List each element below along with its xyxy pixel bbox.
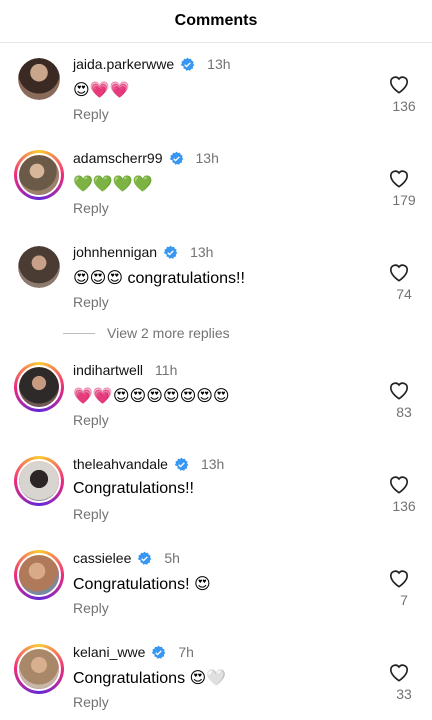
heart-icon[interactable] [388,662,410,682]
like-count: 33 [396,686,412,702]
avatar[interactable] [18,58,60,100]
avatar[interactable] [14,644,64,694]
avatar[interactable] [14,362,64,412]
comment-item: indihartwell 11h 💗💗😍😍😍😍😍😍😍 Reply 83 [0,362,432,442]
reply-button[interactable]: Reply [73,294,109,310]
reply-button[interactable]: Reply [73,106,109,122]
heart-icon[interactable] [388,568,410,588]
verified-badge-icon [152,645,166,659]
reply-button[interactable]: Reply [73,200,109,216]
username[interactable]: johnhennigan [73,244,157,260]
like-count: 136 [392,498,416,514]
reply-button[interactable]: Reply [73,412,109,428]
like-count: 83 [396,404,412,420]
verified-badge-icon [163,245,178,259]
heart-icon[interactable] [388,380,410,400]
comment-text: 😍💗💗 [73,82,130,99]
verified-badge-icon [174,457,189,471]
timestamp: 11h [155,362,178,378]
comment-text: Congratulations!! [73,480,194,497]
avatar[interactable] [14,550,64,600]
avatar[interactable] [18,246,60,288]
comment-text: 💚💚💚💚 [73,176,153,193]
comment-item: theleahvandale 13h Congratulations!! Rep… [0,456,432,536]
like-count: 136 [392,98,416,114]
comments-header: Comments [0,0,432,43]
divider [63,332,95,334]
reply-button[interactable]: Reply [73,506,109,522]
heart-icon[interactable] [388,74,410,94]
username[interactable]: indihartwell [73,362,143,378]
username[interactable]: theleahvandale [73,456,168,472]
avatar[interactable] [14,150,64,200]
avatar[interactable] [14,456,64,506]
timestamp: 13h [195,150,219,166]
comment-text: 😍😍😍 congratulations!! [73,270,245,287]
verified-badge-icon [169,151,183,165]
reply-button[interactable]: Reply [73,694,109,710]
reply-button[interactable]: Reply [73,600,109,616]
like-count: 74 [396,286,412,302]
username[interactable]: adamscherr99 [73,150,163,166]
view-more-replies-label[interactable]: View 2 more replies [107,325,230,341]
username[interactable]: kelani_wwe [73,644,145,660]
timestamp: 13h [207,56,231,72]
view-more-replies[interactable]: View 2 more replies [63,325,230,341]
comment-text: Congratulations 😍🤍 [73,670,227,687]
heart-icon[interactable] [388,262,410,282]
timestamp: 13h [200,456,225,472]
heart-icon[interactable] [388,168,410,188]
page-title: Comments [174,12,258,29]
heart-icon[interactable] [388,474,410,494]
verified-badge-icon [138,551,152,565]
comment-text: 💗💗😍😍😍😍😍😍😍 [73,388,230,405]
timestamp: 7h [178,644,194,660]
timestamp: 5h [164,550,180,566]
comment-item: cassielee 5h Congratulations! 😍 Reply 7 [0,550,432,630]
comment-text: Congratulations! 😍 [73,576,211,593]
username[interactable]: cassielee [73,550,131,566]
like-count: 179 [392,192,416,208]
like-count: 7 [400,592,408,608]
comment-item: adamscherr99 13h 💚💚💚💚 Reply 179 [0,150,432,230]
timestamp: 13h [190,244,214,260]
username[interactable]: jaida.parkerwwe [73,56,174,72]
comment-item: jaida.parkerwwe 13h 😍💗💗 Reply 136 [0,56,432,136]
comment-item: johnhennigan 13h 😍😍😍 congratulations!! R… [0,244,432,324]
verified-badge-icon [180,57,195,71]
comment-item: kelani_wwe 7h Congratulations 😍🤍 Reply 3… [0,644,432,720]
